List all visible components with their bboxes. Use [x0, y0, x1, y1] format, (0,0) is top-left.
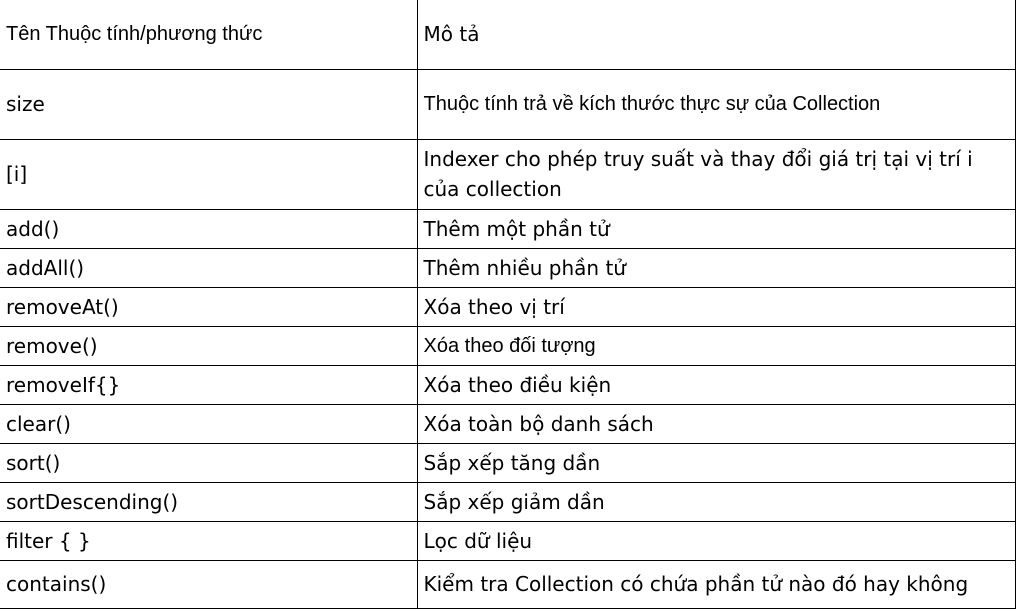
description-cell: Kiểm tra Collection có chứa phần tử nào … — [416, 559, 1016, 609]
name-cell: remove() — [0, 325, 418, 366]
name-cell: size — [0, 68, 418, 140]
name-cell: clear() — [0, 403, 418, 444]
table-header-row: Tên Thuộc tính/phương thức Mô tả — [0, 0, 1016, 70]
table-row: addAll() Thêm nhiều phần tử — [0, 247, 1016, 288]
name-cell: add() — [0, 208, 418, 249]
name-cell: filter { } — [0, 520, 418, 561]
description-cell: Thuộc tính trả về kích thước thực sự của… — [416, 68, 1016, 140]
description-cell: Xóa toàn bộ danh sách — [416, 403, 1016, 444]
description-cell: Lọc dữ liệu — [416, 520, 1016, 561]
table-row: clear() Xóa toàn bộ danh sách — [0, 403, 1016, 444]
table-row: removeAt() Xóa theo vị trí — [0, 286, 1016, 327]
description-cell: Indexer cho phép truy suất và thay đổi g… — [416, 138, 1016, 210]
header-description-cell: Mô tả — [416, 0, 1016, 70]
description-cell: Xóa theo vị trí — [416, 286, 1016, 327]
header-name-cell: Tên Thuộc tính/phương thức — [0, 0, 418, 70]
description-cell: Thêm nhiều phần tử — [416, 247, 1016, 288]
name-cell: [i] — [0, 138, 418, 210]
description-cell: Xóa theo đối tượng — [416, 325, 1016, 366]
table-row: filter { } Lọc dữ liệu — [0, 520, 1016, 561]
description-cell: Thêm một phần tử — [416, 208, 1016, 249]
table-row: size Thuộc tính trả về kích thước thực s… — [0, 68, 1016, 140]
table-row: contains() Kiểm tra Collection có chứa p… — [0, 559, 1016, 609]
api-table: Tên Thuộc tính/phương thức Mô tả size Th… — [0, 0, 1016, 609]
description-cell: Sắp xếp tăng dần — [416, 442, 1016, 483]
name-cell: sort() — [0, 442, 418, 483]
description-cell: Xóa theo điều kiện — [416, 364, 1016, 405]
name-cell: contains() — [0, 559, 418, 609]
table-row: sortDescending() Sắp xếp giảm dần — [0, 481, 1016, 522]
name-cell: addAll() — [0, 247, 418, 288]
name-cell: removeIf{} — [0, 364, 418, 405]
table-row: remove() Xóa theo đối tượng — [0, 325, 1016, 366]
table-row: removeIf{} Xóa theo điều kiện — [0, 364, 1016, 405]
table-row: sort() Sắp xếp tăng dần — [0, 442, 1016, 483]
name-cell: removeAt() — [0, 286, 418, 327]
table-row: add() Thêm một phần tử — [0, 208, 1016, 249]
description-cell: Sắp xếp giảm dần — [416, 481, 1016, 522]
table-row: [i] Indexer cho phép truy suất và thay đ… — [0, 138, 1016, 210]
name-cell: sortDescending() — [0, 481, 418, 522]
